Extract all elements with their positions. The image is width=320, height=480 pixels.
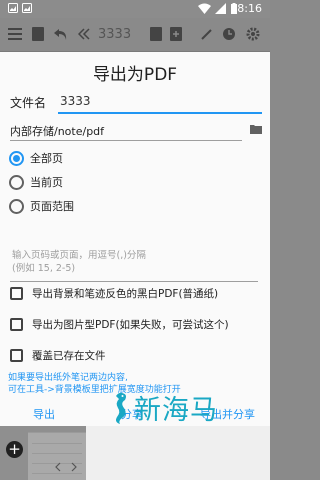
page-range-underline [10, 281, 258, 282]
checkbox-row-overwrite[interactable]: 覆盖已存在文件 [10, 348, 106, 363]
export-pdf-dialog: 导出为PDF 文件名 内部存储/note/pdf 全部页 当前页 页面范围 输入… [0, 52, 270, 426]
double-chevron-left-icon[interactable] [78, 27, 90, 41]
file-name-input[interactable] [58, 92, 262, 114]
radio-all-pages[interactable]: 全部页 [9, 150, 63, 166]
file-name-label: 文件名 [10, 96, 47, 110]
pen-icon[interactable] [200, 27, 214, 41]
checkbox-row-invert-bw[interactable]: 导出背景和笔迹反色的黑白PDF(普通纸) [10, 286, 218, 301]
seahorse-logo-icon [116, 392, 126, 424]
radio-button-selected[interactable] [9, 150, 24, 166]
dialog-title: 导出为PDF [92, 65, 178, 85]
radio-current-page[interactable]: 当前页 [9, 174, 63, 190]
clock-icon[interactable] [222, 27, 236, 41]
checkbox-label-image-pdf: 导出为图片型PDF(如果失败，可尝试这个) [32, 319, 229, 331]
app-toolbar: 3333 [0, 18, 270, 52]
status-bar: 8:16 [0, 0, 270, 18]
gallery-notification-icon-2 [22, 3, 32, 13]
checkbox-invert-bw[interactable] [10, 287, 23, 300]
checkbox-row-image-pdf[interactable]: 导出为图片型PDF(如果失败，可尝试这个) [10, 317, 229, 332]
watermark-text: 新海马 [134, 395, 218, 426]
page-strip [86, 426, 270, 480]
checkbox-label-invert-bw: 导出背景和笔迹反色的黑白PDF(普通纸) [32, 288, 219, 300]
page-range-hint-line2: (例如 15, 2-5) [12, 263, 76, 274]
page-thumbnail [28, 432, 86, 480]
battery-icon [231, 3, 237, 14]
radio-button[interactable] [9, 198, 24, 214]
menu-icon[interactable] [8, 27, 24, 41]
add-page-icon[interactable] [170, 27, 182, 41]
page-nav-arrows-icon[interactable] [54, 462, 78, 472]
page-range-input[interactable]: 输入页码或页面，用逗号(,)分隔 (例如 15, 2-5) [12, 249, 258, 275]
info-note-line1: 如果要导出纸外笔记两边内容, [8, 373, 128, 383]
page-icon[interactable] [150, 27, 162, 41]
gear-icon[interactable] [246, 27, 260, 41]
page-range-hint-line1: 输入页码或页面，用逗号(,)分隔 [12, 250, 146, 261]
save-path[interactable]: 内部存储/note/pdf [10, 123, 104, 139]
path-divider [10, 140, 242, 141]
radio-label-page-range: 页面范围 [30, 200, 74, 213]
radio-label-current-page: 当前页 [30, 176, 63, 189]
gallery-notification-icon [8, 3, 18, 13]
export-button[interactable]: 导出 [33, 406, 55, 422]
notebook-icon[interactable] [32, 27, 44, 41]
radio-button[interactable] [9, 174, 24, 190]
add-button[interactable]: + [6, 441, 23, 458]
status-time: 8:16 [237, 2, 262, 15]
signal-icon [215, 3, 226, 14]
checkbox-label-overwrite: 覆盖已存在文件 [32, 350, 106, 362]
folder-icon[interactable] [250, 124, 262, 134]
radio-label-all-pages: 全部页 [30, 152, 63, 165]
wifi-icon [198, 3, 211, 14]
undo-icon[interactable] [54, 27, 68, 41]
checkbox-overwrite[interactable] [10, 349, 23, 362]
watermark: 新海马 [110, 388, 218, 427]
checkbox-image-pdf[interactable] [10, 318, 23, 331]
toolbar-page-text: 3333 [98, 27, 132, 42]
radio-page-range[interactable]: 页面范围 [9, 198, 74, 214]
